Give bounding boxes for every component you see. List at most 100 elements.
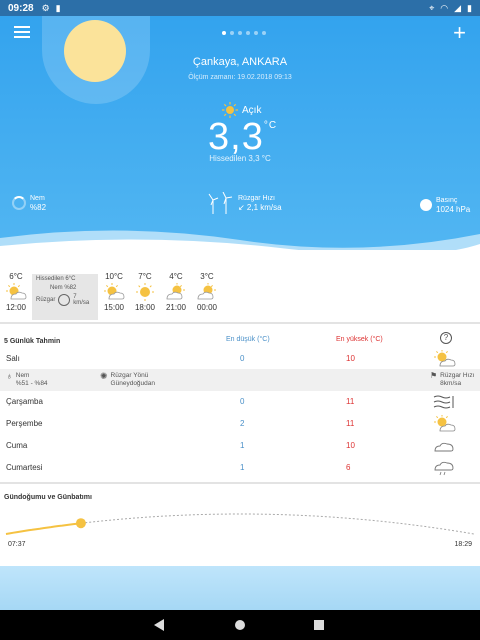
max-header: En yüksek (°C) [336, 336, 383, 343]
hour-item[interactable]: 10°C 15:00 [100, 272, 128, 312]
day-min: 2 [240, 419, 245, 428]
location-icon: ⌖ [429, 2, 435, 13]
day-max: 11 [346, 419, 355, 428]
forecast-day-row[interactable]: Perşembe 2 11 [4, 415, 474, 433]
forecast-day-row[interactable]: Cuma 1 10 [4, 437, 474, 455]
page-dot[interactable] [254, 31, 258, 35]
partly-sunny-icon [197, 283, 216, 300]
forecast-header: 5 Günlük Tahmin En düşük (°C) En yüksek … [4, 332, 474, 350]
page-dots[interactable] [222, 31, 266, 35]
pressure-label: Basınç [436, 197, 458, 204]
day-max: 11 [346, 397, 355, 406]
day-max: 6 [346, 463, 351, 472]
hour-temp: 6°C [9, 272, 23, 281]
forecast-day-row[interactable]: Çarşamba 0 11 [4, 393, 474, 411]
page-dot[interactable] [246, 31, 250, 35]
page-dot[interactable] [230, 31, 234, 35]
thermometer-icon: ♁ [6, 371, 13, 381]
windsock-icon: ⚑ [430, 371, 438, 380]
sunrise-time: 07:37 [8, 541, 26, 548]
forecast-day-row[interactable]: Cumartesi 1 6 [4, 459, 474, 477]
hour-time: 18:00 [134, 303, 156, 312]
min-header: En düşük (°C) [226, 336, 270, 343]
status-time: 09:28 [8, 2, 34, 14]
detail-humidity-label: Nem [15, 372, 30, 379]
hour-temp: 7°C [138, 272, 152, 281]
home-icon[interactable] [235, 620, 245, 630]
day-max: 10 [346, 441, 355, 450]
forecast-day-row[interactable]: Salı 0 10 [4, 350, 474, 368]
detail-wind-speed-value: 8km/sa [440, 380, 462, 387]
status-bar: 09:28 ⚙ ▮ ⌖ ◠ ◢ ▮ [0, 0, 480, 16]
page-dot[interactable] [262, 31, 266, 35]
back-icon[interactable] [154, 619, 164, 631]
cloud-icon [434, 442, 454, 452]
day-max: 10 [346, 354, 355, 363]
wind-icon [433, 395, 454, 409]
day-name: Çarşamba [6, 397, 43, 406]
day-min: 1 [240, 441, 245, 450]
detail-humidity: ♁ Nem %51 - %84 [6, 372, 48, 388]
pressure-stat: Basınç 1024 hPa [420, 196, 470, 214]
wind-stat: Rüzgar Hızı ↙ 2,1 km/sa [206, 192, 282, 214]
hour-detail-humidity: Nem %82 [50, 285, 77, 291]
detail-wind-dir-label: Rüzgar Yönü [110, 372, 149, 379]
partly-sunny-icon [434, 350, 456, 367]
battery-icon: ▮ [467, 2, 472, 13]
current-temperature: 3,3°C [208, 116, 277, 159]
sun-section-title: Gündoğumu ve Günbatımı [4, 494, 92, 501]
sunset-time: 18:29 [454, 541, 472, 548]
hour-detail-wind-value: 7 km/sa [73, 294, 90, 306]
sun-arc-progress [5, 522, 82, 535]
day-detail-bar: ♁ Nem %51 - %84 ✺ Rüzgar Yönü Güneydoğudan… [0, 369, 480, 391]
hour-item[interactable]: 7°C 18:00 [131, 272, 159, 312]
hour-item[interactable]: 4°C 21:00 [162, 272, 190, 312]
page-dot[interactable] [238, 31, 242, 35]
condition-label: Açık [242, 104, 262, 116]
pressure-icon [420, 199, 432, 211]
hour-time: 15:00 [103, 303, 125, 312]
sun-position-marker [75, 518, 86, 529]
sunny-icon [136, 283, 154, 301]
temperature-value: 3,3 [208, 116, 264, 158]
hour-detail-wind-label: Rüzgar [36, 297, 56, 303]
weather-header: + Çankaya, ANKARA Ölçüm zamanı: 19.02.20… [0, 16, 480, 250]
partly-sunny-icon [104, 283, 125, 300]
sun-arc [5, 513, 475, 535]
hour-detail-panel: Hissedilen 6°C Nem %82 Rüzgar 7 km/sa [32, 274, 98, 320]
header-wave [0, 230, 480, 250]
page-dot[interactable] [222, 31, 226, 35]
section-divider [0, 482, 480, 484]
signal-icon: ◢ [454, 2, 462, 13]
settings-icon: ⚙ [41, 2, 50, 13]
recents-icon[interactable] [314, 620, 324, 630]
wind-value: ↙ 2,1 km/sa [238, 203, 282, 212]
detail-wind-dir-value: Güneydoğudan [110, 380, 156, 387]
partly-sunny-icon [166, 283, 185, 300]
humidity-value: %82 [30, 203, 47, 212]
add-location-icon[interactable]: + [453, 22, 466, 44]
day-name: Perşembe [6, 419, 43, 428]
hour-item[interactable]: 6°C 12:00 [2, 272, 30, 312]
day-name: Salı [6, 354, 20, 363]
hour-time: 21:00 [165, 303, 187, 312]
hour-time: 00:00 [196, 303, 218, 312]
humidity-stat: Nem %82 [12, 194, 46, 212]
feels-like: Hissedilen 3,3 °C [209, 154, 271, 163]
compass-icon [58, 294, 71, 306]
wifi-icon: ◠ [440, 2, 449, 13]
detail-humidity-value: %51 - %84 [15, 380, 48, 387]
wind-turbine-icon [208, 192, 233, 214]
updated-time: Ölçüm zamanı: 19.02.2018 09:13 [188, 74, 292, 81]
hour-item[interactable]: 3°C 00:00 [193, 272, 221, 312]
help-icon[interactable]: ? [440, 332, 452, 344]
sd-card-icon: ▮ [55, 2, 61, 13]
humidity-ring-icon [12, 196, 26, 210]
menu-icon[interactable] [14, 26, 30, 38]
hour-time: 12:00 [5, 303, 27, 312]
sun-graphic [64, 20, 126, 82]
day-min: 1 [240, 463, 245, 472]
day-min: 0 [240, 354, 245, 363]
day-name: Cumartesi [6, 463, 43, 472]
hour-temp: 4°C [169, 272, 183, 281]
